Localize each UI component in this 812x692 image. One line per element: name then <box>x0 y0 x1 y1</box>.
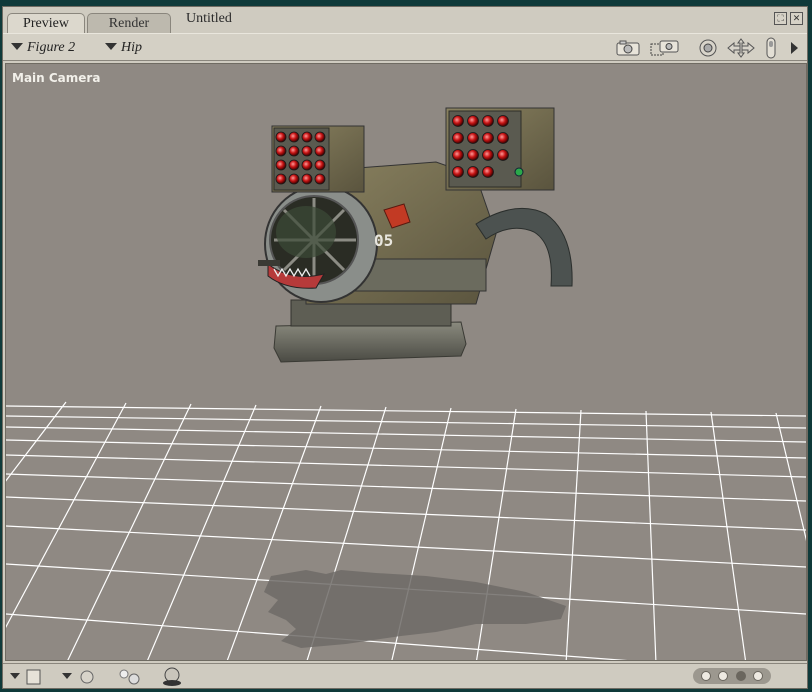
preview-window: Preview Render Untitled ⛶ ✕ Figure 2 Hip <box>2 6 808 689</box>
model-shadow <box>264 570 566 648</box>
tab-preview[interactable]: Preview <box>7 13 85 33</box>
nav-dot[interactable] <box>718 671 729 681</box>
chevron-down-icon <box>11 43 23 50</box>
chevron-down-icon <box>105 43 117 50</box>
camera-label: Main Camera <box>12 71 101 85</box>
nav-dot[interactable] <box>753 671 764 681</box>
nav-dot-active[interactable] <box>735 671 746 681</box>
expand-arrow-icon[interactable] <box>787 38 801 58</box>
maximize-icon[interactable]: ⛶ <box>774 12 787 25</box>
part-dropdown[interactable]: Hip <box>105 40 142 56</box>
rotate-icon[interactable] <box>697 38 719 58</box>
display-style-dropdown-icon[interactable] <box>9 669 43 690</box>
nav-dot[interactable] <box>700 671 711 681</box>
bottom-toolbar <box>3 663 807 688</box>
tab-render[interactable]: Render <box>87 13 171 33</box>
navigation-dots <box>693 668 771 684</box>
document-title: Untitled <box>186 11 232 26</box>
tab-bar: Preview Render Untitled ⛶ ✕ <box>3 7 807 33</box>
close-icon[interactable]: ✕ <box>790 12 803 25</box>
camera-select-icon[interactable] <box>649 38 681 58</box>
camera-icon[interactable] <box>615 38 641 58</box>
render-light-icon[interactable] <box>161 666 183 691</box>
3d-viewport[interactable]: 05 Main Camera <box>5 63 807 661</box>
scale-icon[interactable] <box>763 37 779 59</box>
rocket-pod-left <box>271 125 365 193</box>
figure-dropdown[interactable]: Figure 2 <box>11 40 75 56</box>
figure-dropdown-value: Figure 2 <box>27 40 76 55</box>
rocket-pod-right <box>445 107 555 191</box>
move-icon[interactable] <box>725 38 757 58</box>
svg-text:05: 05 <box>374 231 393 250</box>
figure-selector-row: Figure 2 Hip <box>3 33 807 61</box>
multi-light-icon[interactable] <box>117 667 143 692</box>
part-dropdown-value: Hip <box>121 40 142 55</box>
shading-icon[interactable] <box>61 668 95 691</box>
scene-render: 05 <box>6 107 806 660</box>
